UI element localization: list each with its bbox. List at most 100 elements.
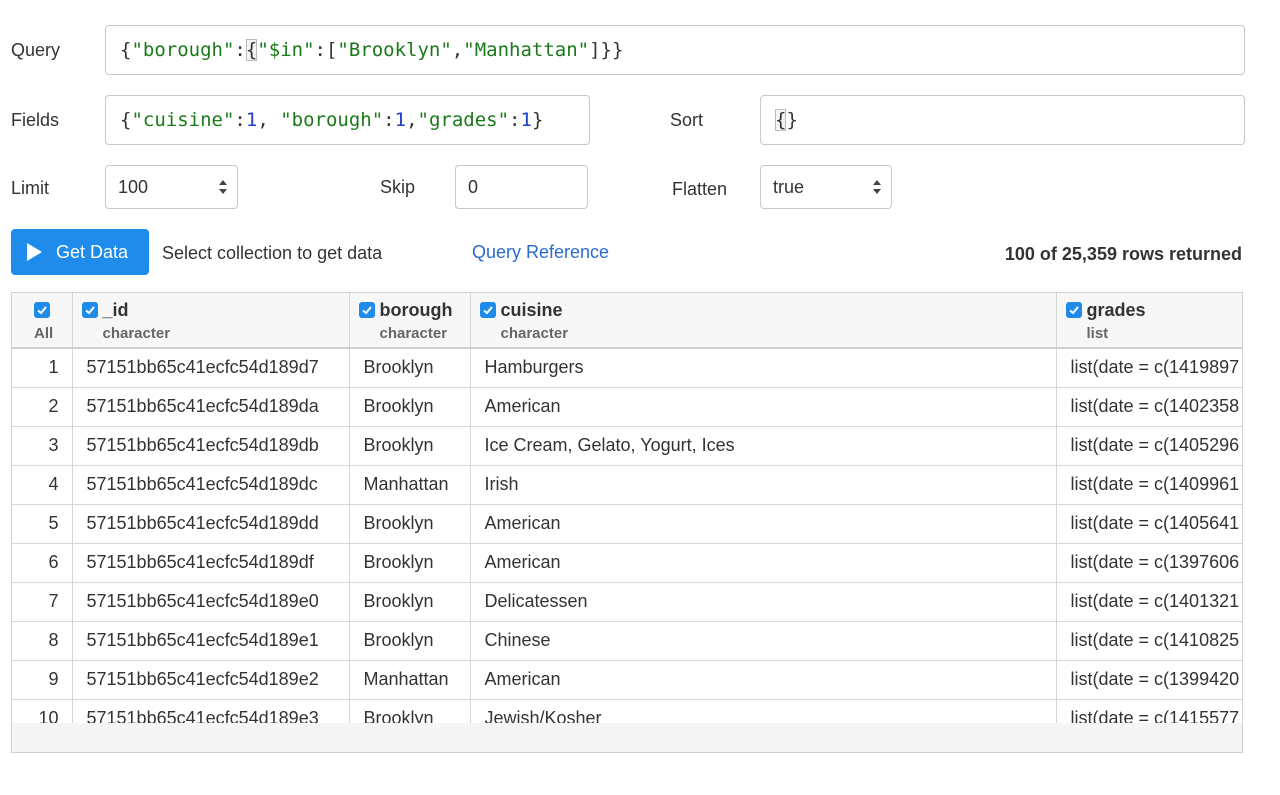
get-data-label: Get Data xyxy=(56,241,129,262)
table-row[interactable]: 1 57151bb65c41ecfc54d189d7 Brooklyn Hamburg… xyxy=(12,348,1242,388)
sort-label: Sort xyxy=(670,110,704,130)
table-row[interactable]: 7 57151bb65c41ecfc54d189e0 Brooklyn Delicat… xyxy=(12,582,1242,622)
play-icon xyxy=(27,243,42,261)
cell-cuisine: Jewish/Kosher xyxy=(470,699,1057,723)
code-token: : xyxy=(509,109,521,131)
fields-label: Fields xyxy=(11,110,60,130)
code-token: : xyxy=(234,39,246,61)
row-number: 9 xyxy=(12,660,73,700)
column-name: grades xyxy=(1086,300,1146,320)
code-token: : xyxy=(234,109,246,131)
cell-cuisine: American xyxy=(470,660,1057,700)
row-number: 8 xyxy=(12,621,73,661)
row-number: 3 xyxy=(12,426,73,466)
code-token: "$in" xyxy=(257,39,315,61)
code-token: "borough" xyxy=(280,109,384,131)
cell-borough: Brooklyn xyxy=(349,543,471,583)
data-grid-viewport[interactable]: All _id character borough character cuis… xyxy=(12,293,1242,723)
cell-cuisine: American xyxy=(470,543,1057,583)
cell-borough: Brooklyn xyxy=(349,348,471,388)
cell-borough: Brooklyn xyxy=(349,387,471,427)
row-number: 6 xyxy=(12,543,73,583)
status-text: Select collection to get data xyxy=(162,243,383,263)
column-name: borough xyxy=(379,300,453,320)
code-token: , xyxy=(257,109,281,131)
column-type: character xyxy=(102,325,171,342)
flatten-value: true xyxy=(773,176,805,197)
column-name: cuisine xyxy=(500,300,563,320)
get-data-button[interactable]: Get Data xyxy=(11,229,149,275)
code-token: { xyxy=(120,39,132,61)
cell-id: 57151bb65c41ecfc54d189dd xyxy=(72,504,350,544)
cell-grades: list(date = c(1410825 xyxy=(1056,621,1242,661)
check-icon xyxy=(37,306,47,315)
column-name: _id xyxy=(102,300,129,320)
cell-cuisine: Irish xyxy=(470,465,1057,505)
check-icon xyxy=(84,306,95,315)
table-row[interactable]: 8 57151bb65c41ecfc54d189e1 Brooklyn Chinese… xyxy=(12,621,1242,661)
table-row[interactable]: 6 57151bb65c41ecfc54d189df Brooklyn America… xyxy=(12,543,1242,583)
rows-returned-count: 100 of 25,359 rows returned xyxy=(1004,244,1242,264)
column-checkbox-cuisine[interactable] xyxy=(479,302,496,318)
fields-editor[interactable]: {"cuisine":1, "borough":1, "grades":1} xyxy=(105,95,590,145)
cell-id: 57151bb65c41ecfc54d189db xyxy=(72,426,350,466)
column-type: character xyxy=(379,325,448,342)
limit-select[interactable]: 100 xyxy=(105,165,238,209)
cell-cuisine: Delicatessen xyxy=(470,582,1057,622)
cell-id: 57151bb65c41ecfc54d189da xyxy=(72,387,350,427)
table-row[interactable]: 10 57151bb65c41ecfc54d189e3 Brooklyn Jewish… xyxy=(12,699,1242,723)
table-row[interactable]: 2 57151bb65c41ecfc54d189da Brooklyn America… xyxy=(12,387,1242,427)
code-token: } xyxy=(531,109,544,131)
cell-grades: list(date = c(1409961 xyxy=(1056,465,1242,505)
flatten-label: Flatten xyxy=(672,179,728,199)
cell-id: 57151bb65c41ecfc54d189dc xyxy=(72,465,350,505)
check-icon xyxy=(482,306,493,315)
cell-id: 57151bb65c41ecfc54d189df xyxy=(72,543,350,583)
cell-grades: list(date = c(1399420 xyxy=(1056,660,1242,700)
column-checkbox-id[interactable] xyxy=(81,302,98,318)
check-icon xyxy=(1068,306,1079,315)
cell-cuisine: Ice Cream, Gelato, Yogurt, Ices xyxy=(470,426,1057,466)
column-type: list xyxy=(1086,325,1109,342)
column-type: character xyxy=(500,325,569,342)
cell-id: 57151bb65c41ecfc54d189e0 xyxy=(72,582,350,622)
query-reference-link[interactable]: Query Reference xyxy=(472,242,609,263)
table-row[interactable]: 5 57151bb65c41ecfc54d189dd Brooklyn America… xyxy=(12,504,1242,544)
check-icon xyxy=(361,306,372,315)
skip-value: 0 xyxy=(468,176,479,197)
all-label: All xyxy=(34,325,54,342)
skip-input[interactable]: 0 xyxy=(455,165,588,209)
row-number: 5 xyxy=(12,504,73,544)
row-number: 7 xyxy=(12,582,73,622)
column-header-borough: borough character xyxy=(349,293,471,349)
select-arrows-icon xyxy=(219,180,227,194)
table-row[interactable]: 9 57151bb65c41ecfc54d189e2 Manhattan Americ… xyxy=(12,660,1242,700)
query-editor[interactable]: {"borough":{"$in":["Brooklyn", "Manhattan… xyxy=(105,25,1245,75)
flatten-select[interactable]: true xyxy=(760,165,892,209)
code-token: "Brooklyn" xyxy=(337,39,452,61)
select-arrows-icon xyxy=(873,180,881,194)
code-token: :[ xyxy=(314,39,338,61)
column-checkbox-borough[interactable] xyxy=(358,302,375,318)
row-number: 4 xyxy=(12,465,73,505)
select-all-checkbox[interactable] xyxy=(34,302,50,318)
row-number: 10 xyxy=(12,699,73,723)
column-checkbox-grades[interactable] xyxy=(1065,302,1082,318)
table-row[interactable]: 3 57151bb65c41ecfc54d189db Brooklyn Ice Cre… xyxy=(12,426,1242,466)
cell-grades: list(date = c(1419897 xyxy=(1056,348,1242,388)
code-token: "grades" xyxy=(417,109,510,131)
code-token: , xyxy=(406,109,418,131)
code-token: 1 xyxy=(245,109,258,131)
cell-borough: Brooklyn xyxy=(349,504,471,544)
code-token: "Manhattan" xyxy=(463,39,590,61)
code-token: : xyxy=(383,109,395,131)
table-row[interactable]: 4 57151bb65c41ecfc54d189dc Manhattan Irish l… xyxy=(12,465,1242,505)
column-header-all: All xyxy=(12,293,73,349)
cell-cuisine: American xyxy=(470,504,1057,544)
sort-editor[interactable]: {} xyxy=(760,95,1245,145)
cell-cuisine: Hamburgers xyxy=(470,348,1057,388)
row-number: 2 xyxy=(12,387,73,427)
code-token: 1 xyxy=(520,109,532,131)
cell-grades: list(date = c(1415577 xyxy=(1056,699,1242,723)
cell-grades: list(date = c(1397606 xyxy=(1056,543,1242,583)
